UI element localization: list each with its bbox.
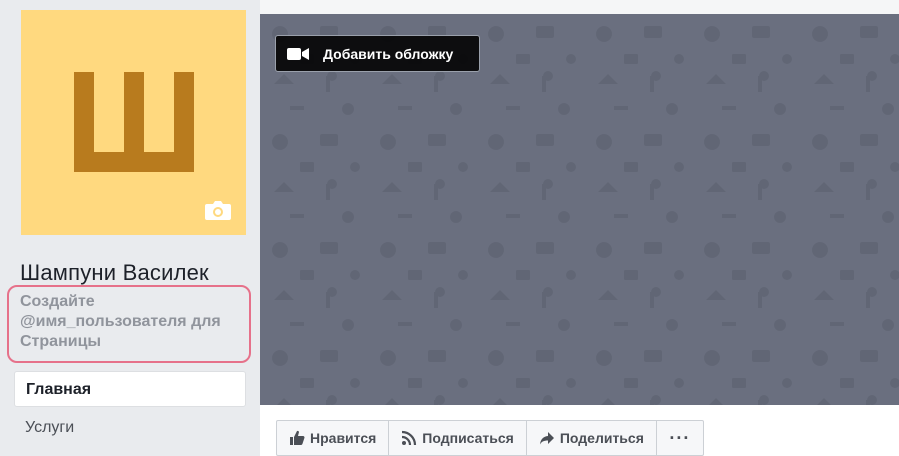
rss-icon — [402, 430, 417, 446]
camera-icon[interactable] — [204, 199, 232, 221]
page-actions: Нравится Подписаться Поделиться ··· — [276, 420, 704, 456]
profile-avatar[interactable] — [21, 10, 246, 235]
more-options-button[interactable]: ··· — [657, 421, 703, 455]
cover-pattern — [260, 14, 899, 405]
create-username-link[interactable]: Создайте @имя_пользователя для Страницы — [20, 292, 248, 352]
video-camera-icon — [287, 47, 309, 60]
username-prompt-line-1: Создайте — [20, 293, 95, 310]
nav-item-home[interactable]: Главная — [14, 371, 246, 407]
share-button[interactable]: Поделиться — [527, 421, 657, 455]
thumbs-up-icon — [290, 430, 305, 445]
follow-label: Подписаться — [422, 430, 514, 446]
follow-button[interactable]: Подписаться — [389, 421, 527, 455]
username-prompt-line-3: Страницы — [20, 333, 102, 350]
avatar-letter-glyph — [73, 71, 194, 172]
nav-item-services[interactable]: Услуги — [25, 419, 74, 437]
nav-item-home-label: Главная — [26, 381, 92, 398]
share-label: Поделиться — [559, 430, 644, 446]
page-title: Шампуни Василек — [20, 260, 209, 285]
like-button[interactable]: Нравится — [277, 421, 390, 455]
share-arrow-icon — [539, 432, 554, 445]
username-prompt-line-2: @имя_пользователя для — [20, 313, 221, 330]
like-label: Нравится — [310, 430, 377, 446]
cover-photo-area[interactable] — [260, 14, 899, 405]
cover-top-strip — [260, 0, 899, 14]
add-cover-label: Добавить обложку — [323, 45, 454, 62]
add-cover-button[interactable]: Добавить обложку — [275, 35, 480, 72]
